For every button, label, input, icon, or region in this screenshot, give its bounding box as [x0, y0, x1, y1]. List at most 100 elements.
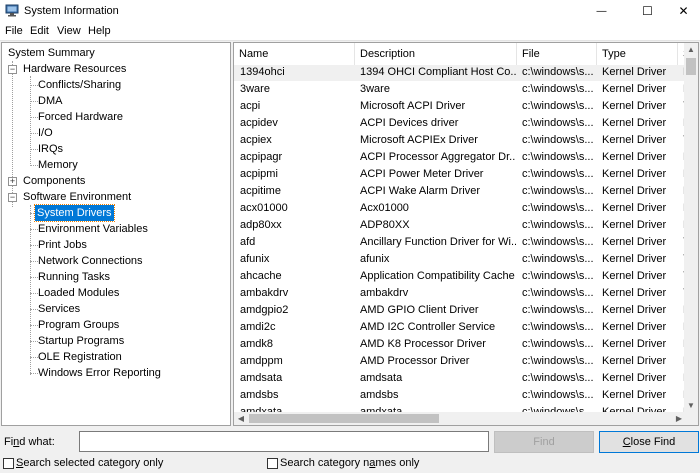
table-row[interactable]: afd Ancillary Function Driver for Wi... c:…: [234, 234, 686, 251]
table-row[interactable]: amdk8 AMD K8 Processor Driver c:\windows\s…: [234, 336, 686, 353]
cell-file: c:\windows\s...: [522, 321, 594, 333]
close-find-button[interactable]: Close Find: [599, 431, 699, 453]
tree-item-label: Loaded Modules: [38, 287, 120, 299]
cell-description: AMD Processor Driver: [360, 355, 470, 367]
scroll-thumb-horizontal[interactable]: [249, 414, 439, 423]
cell-name: adp80xx: [240, 219, 282, 231]
cell-file: c:\windows\s...: [522, 168, 594, 180]
driver-rows: 1394ohci 1394 OHCI Compliant Host Co... c:…: [234, 65, 686, 413]
cell-description: Microsoft ACPIEx Driver: [360, 134, 478, 146]
cell-name: afd: [240, 236, 256, 248]
cell-type: Kernel Driver: [602, 321, 667, 333]
table-row[interactable]: 1394ohci 1394 OHCI Compliant Host Co... c:…: [234, 65, 686, 81]
table-row[interactable]: acpitime ACPI Wake Alarm Driver c:\windows…: [234, 183, 686, 200]
menu-help[interactable]: Help: [88, 25, 111, 37]
cell-description: amdsbs: [360, 389, 399, 401]
expand-icon[interactable]: +: [8, 177, 17, 186]
collapse-icon[interactable]: −: [8, 65, 17, 74]
tree-item-label-selected: System Drivers: [34, 204, 115, 222]
column-header-name[interactable]: Name: [234, 43, 355, 65]
cell-type: Kernel Driver: [602, 287, 667, 299]
maximize-button[interactable]: ☐: [631, 0, 664, 22]
cell-type: Kernel Driver: [602, 253, 667, 265]
menu-bar: File Edit View Help: [0, 22, 700, 41]
cell-description: ambakdrv: [360, 287, 409, 299]
cell-file: c:\windows\s...: [522, 151, 594, 163]
table-row[interactable]: amdsata amdsata c:\windows\s... Kernel Driv…: [234, 370, 686, 387]
table-row[interactable]: amdi2c AMD I2C Controller Service c:\windo…: [234, 319, 686, 336]
table-row[interactable]: acx01000 Acx01000 c:\windows\s... Kernel Dr…: [234, 200, 686, 217]
maximize-icon: ☐: [642, 4, 653, 18]
column-header-row: Name Description File Type S: [234, 43, 688, 65]
table-row[interactable]: acpi Microsoft ACPI Driver c:\windows\s...…: [234, 98, 686, 115]
category-tree[interactable]: System Summary − Hardware Resources Conf…: [1, 42, 231, 426]
horizontal-scrollbar[interactable]: ◀ ▶: [234, 412, 686, 425]
cell-type: Kernel Driver: [602, 151, 667, 163]
table-row[interactable]: 3ware3warec:\windows\s...Kernel DriverN: [234, 81, 686, 98]
cell-description: AMD K8 Processor Driver: [360, 338, 486, 350]
tree-item-label: Services: [38, 303, 81, 315]
checkbox-box[interactable]: [3, 458, 14, 469]
tree-item-label: Memory: [38, 159, 78, 171]
cell-name: 3ware: [240, 83, 270, 95]
tree-line: [30, 205, 31, 375]
menu-file[interactable]: File: [5, 25, 23, 37]
find-bar: Find what: Find Close Find Search select…: [0, 428, 700, 473]
table-row[interactable]: acpipagr ACPI Processor Aggregator Dr... c…: [234, 149, 686, 166]
cell-file: c:\windows\s...: [522, 355, 594, 367]
cell-description: AMD I2C Controller Service: [360, 321, 496, 333]
find-button[interactable]: Find: [494, 431, 594, 453]
column-header-type[interactable]: Type: [597, 43, 678, 65]
scroll-up-icon[interactable]: ▲: [684, 43, 698, 57]
cell-description: ACPI Power Meter Driver: [360, 168, 484, 180]
vertical-scrollbar[interactable]: ▲ ▼: [684, 43, 698, 413]
cell-type: Kernel Driver: [602, 168, 667, 180]
cell-description: 1394 OHCI Compliant Host Co...: [360, 66, 516, 78]
table-row[interactable]: amdppm AMD Processor Driver c:\windows\s..…: [234, 353, 686, 370]
tree-item-label: Forced Hardware: [38, 111, 123, 123]
driver-list[interactable]: Name Description File Type S 1394ohci139…: [233, 42, 699, 426]
tree-item-label: System Summary: [8, 47, 95, 59]
table-row[interactable]: ambakdrv ambakdrv c:\windows\s... Kernel Dr…: [234, 285, 686, 302]
table-row[interactable]: amdgpio2 AMD GPIO Client Driver c:\windows…: [234, 302, 686, 319]
cell-file: c:\windows\s...: [522, 338, 594, 350]
table-row[interactable]: ahcache Application Compatibility Cache c:…: [234, 268, 686, 285]
close-button[interactable]: ✕: [667, 0, 700, 22]
cell-name: amdsbs: [240, 389, 279, 401]
cell-file: c:\windows\s...: [522, 66, 594, 78]
tree-item-label: Program Groups: [38, 319, 120, 331]
table-row[interactable]: adp80xx ADP80XX c:\windows\s... Kernel Driv…: [234, 217, 686, 234]
cell-file: c:\windows\s...: [522, 236, 594, 248]
collapse-icon[interactable]: −: [8, 193, 17, 202]
cell-name: acpipagr: [240, 151, 283, 163]
column-header-file[interactable]: File: [517, 43, 597, 65]
scrollbar-corner: [684, 412, 698, 425]
tree-item-label: IRQs: [38, 143, 64, 155]
tree-item-label: Startup Programs: [38, 335, 125, 347]
menu-edit[interactable]: Edit: [30, 25, 49, 37]
cell-type: Kernel Driver: [602, 389, 667, 401]
checkbox-label: Search category names only: [280, 457, 420, 469]
title-bar: System Information — ☐ ✕: [0, 0, 700, 22]
checkbox-box[interactable]: [267, 458, 278, 469]
cell-file: c:\windows\s...: [522, 287, 594, 299]
scroll-thumb[interactable]: [686, 58, 696, 75]
tree-item-label: I/O: [38, 127, 53, 139]
system-information-icon: [5, 4, 19, 17]
cell-type: Kernel Driver: [602, 372, 667, 384]
table-row[interactable]: amdsbs amdsbs c:\windows\s... Kernel Driver…: [234, 387, 686, 404]
scroll-down-icon[interactable]: ▼: [684, 399, 698, 413]
minimize-button[interactable]: —: [585, 0, 618, 22]
cell-description: Application Compatibility Cache: [360, 270, 515, 282]
cell-type: Kernel Driver: [602, 185, 667, 197]
find-what-input[interactable]: [79, 431, 489, 452]
table-row[interactable]: acpipmi ACPI Power Meter Driver c:\windows…: [234, 166, 686, 183]
column-header-description[interactable]: Description: [355, 43, 517, 65]
cell-file: c:\windows\s...: [522, 304, 594, 316]
menu-view[interactable]: View: [57, 25, 81, 37]
table-row[interactable]: acpiex Microsoft ACPIEx Driver c:\windows\…: [234, 132, 686, 149]
scroll-left-icon[interactable]: ◀: [234, 412, 248, 425]
table-row[interactable]: afunix afunix c:\windows\s... Kernel Driver…: [234, 251, 686, 268]
table-row[interactable]: acpidev ACPI Devices driver c:\windows\s..…: [234, 115, 686, 132]
cell-file: c:\windows\s...: [522, 219, 594, 231]
